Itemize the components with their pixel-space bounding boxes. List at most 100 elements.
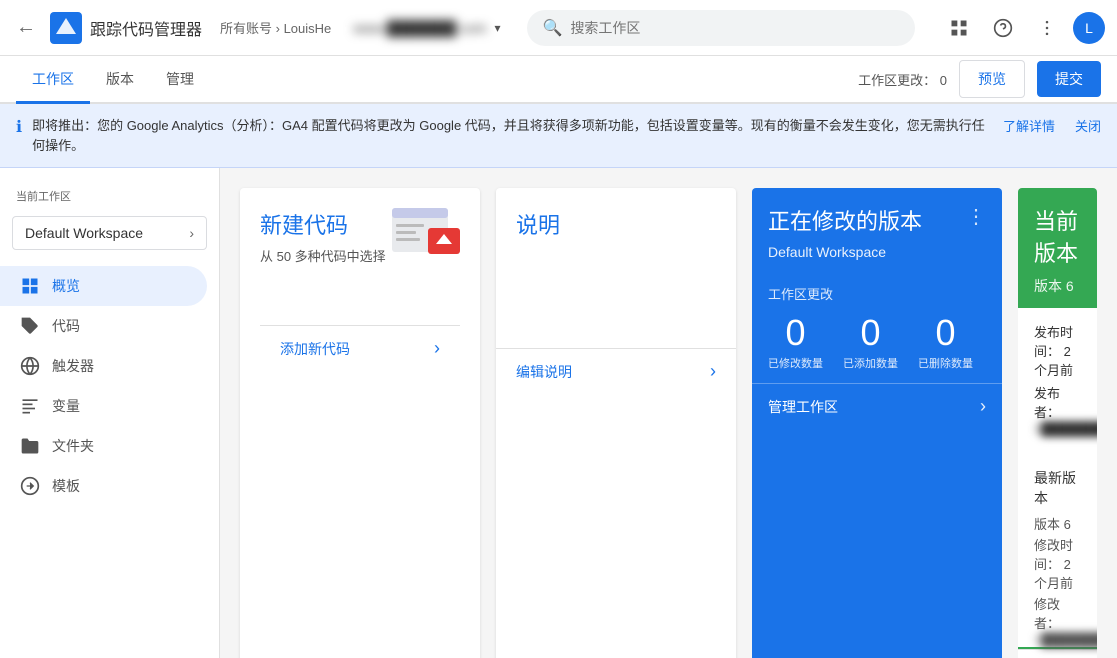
avatar-letter: L <box>1085 20 1093 36</box>
content-area: 新建代码 从 50 多种代码中选择 添加新代码 <box>220 168 1117 658</box>
sidebar-item-variables[interactable]: 变量 <box>0 386 219 426</box>
manage-workspace-button[interactable]: 管理工作区 <box>752 383 1002 429</box>
cards-row: 新建代码 从 50 多种代码中选择 添加新代码 <box>240 188 1097 658</box>
breadcrumb-text: 所有账号 › LouisHe <box>220 18 331 37</box>
latest-author-label: 修改者： <box>1034 597 1060 631</box>
workspace-changes-info: 工作区更改： 0 <box>858 70 947 89</box>
workspace-changes-section-label: 工作区更改 <box>752 276 1002 307</box>
sidebar-item-label-variables: 变量 <box>52 396 80 416</box>
more-icon-button[interactable] <box>1029 10 1065 46</box>
publisher-value: 1███████@qq.com <box>1034 421 1097 436</box>
grid-icon-button[interactable] <box>941 10 977 46</box>
edit-description-button[interactable]: 编辑说明 <box>496 348 736 394</box>
main-layout: 当前工作区 Default Workspace › 概览 代码 触发器 <box>0 168 1117 658</box>
new-tag-card: 新建代码 从 50 多种代码中选择 添加新代码 <box>240 188 480 658</box>
banner-text: 即将推出：您的 Google Analytics（分析）：GA4 配置代码将更改… <box>32 116 987 155</box>
stat-modified-num: 0 <box>768 315 823 351</box>
search-container: 🔍 <box>527 10 915 46</box>
sidebar: 当前工作区 Default Workspace › 概览 代码 触发器 <box>0 168 220 658</box>
sidebar-item-overview[interactable]: 概览 <box>0 266 207 306</box>
chevron-right-icon-desc <box>710 361 716 382</box>
new-tag-illustration <box>392 204 464 260</box>
stat-deleted-label: 已删除数量 <box>918 355 973 371</box>
url-dropdown-arrow[interactable]: ▾ <box>494 21 500 35</box>
stat-deleted: 0 已删除数量 <box>918 315 973 371</box>
sidebar-item-label-tags: 代码 <box>52 316 80 336</box>
help-icon-button[interactable] <box>985 10 1021 46</box>
sidebar-item-templates[interactable]: 模板 <box>0 466 219 506</box>
search-input[interactable] <box>570 20 899 36</box>
sidebar-item-label-triggers: 触发器 <box>52 356 94 376</box>
desc-title: 说明 <box>516 208 716 240</box>
current-card-header: 当前版本 <box>1018 188 1097 276</box>
workspace-name: Default Workspace <box>25 225 143 241</box>
folders-icon <box>20 436 40 456</box>
sidebar-item-tags[interactable]: 代码 <box>0 306 219 346</box>
workspace-changes-label: 工作区更改： <box>858 73 936 88</box>
info-icon: ℹ <box>16 117 22 137</box>
latest-title: 最新版本 <box>1034 468 1081 508</box>
editing-stats-row: 0 已修改数量 0 已添加数量 0 已删除数量 <box>752 307 1002 383</box>
tab-versions[interactable]: 版本 <box>90 56 150 104</box>
publisher-label: 发布者： <box>1034 386 1060 420</box>
back-button[interactable]: ← <box>12 12 40 43</box>
sidebar-item-label-overview: 概览 <box>52 276 80 296</box>
banner-close-button[interactable]: 关闭 <box>1075 116 1101 135</box>
view-latest-version-button[interactable]: 最新版本 <box>1018 649 1097 658</box>
current-workspace-label: 当前工作区 <box>0 184 219 212</box>
sidebar-item-label-folders: 文件夹 <box>52 436 94 456</box>
nav-tabs: 工作区 版本 管理 工作区更改： 0 预览 提交 <box>0 56 1117 104</box>
preview-button[interactable]: 预览 <box>959 60 1025 98</box>
search-icon: 🔍 <box>543 18 563 38</box>
chevron-right-icon-editing <box>980 396 986 417</box>
workspace-selector[interactable]: Default Workspace › <box>12 216 207 250</box>
editing-card-menu-icon[interactable]: ⋮ <box>966 204 986 229</box>
latest-version-section: 最新版本 版本 6 修改时间： 2 个月前 修改者： 1███████@qq.c… <box>1018 454 1097 647</box>
latest-author-value: 1███████@qq.com <box>1034 632 1097 647</box>
submit-button[interactable]: 提交 <box>1037 61 1101 97</box>
manage-workspace-label: 管理工作区 <box>768 397 838 417</box>
url-text: www.███████.com <box>353 20 486 36</box>
stat-added-num: 0 <box>843 315 898 351</box>
app-title: 跟踪代码管理器 <box>90 16 202 40</box>
stat-modified: 0 已修改数量 <box>768 315 823 371</box>
current-version-label: 版本 6 <box>1018 276 1097 308</box>
banner-learn-more-link[interactable]: 了解详情 <box>1003 116 1055 135</box>
app-logo: 跟踪代码管理器 <box>50 12 202 44</box>
current-title: 当前版本 <box>1034 204 1081 268</box>
triggers-icon <box>20 356 40 376</box>
stat-modified-label: 已修改数量 <box>768 355 823 371</box>
chevron-right-icon <box>434 338 440 359</box>
editing-title: 正在修改的版本 <box>768 204 922 236</box>
latest-modified-time: 修改时间： 2 个月前 <box>1034 535 1081 592</box>
account-breadcrumb: 所有账号 › LouisHe <box>220 18 331 37</box>
tags-icon <box>20 316 40 336</box>
account-url[interactable]: www.███████.com ▾ <box>353 20 500 36</box>
tab-admin[interactable]: 管理 <box>150 56 210 104</box>
announcement-banner: ℹ 即将推出：您的 Google Analytics（分析）：GA4 配置代码将… <box>0 104 1117 168</box>
workspace-changes-count: 0 <box>940 73 947 88</box>
add-new-tag-label: 添加新代码 <box>280 339 350 359</box>
overview-icon <box>20 276 40 296</box>
topbar-icons: L <box>941 10 1105 46</box>
templates-icon <box>20 476 40 496</box>
sidebar-item-triggers[interactable]: 触发器 <box>0 346 219 386</box>
add-new-tag-button[interactable]: 添加新代码 <box>260 325 460 371</box>
workspace-chevron-icon: › <box>189 225 194 241</box>
sidebar-item-folders[interactable]: 文件夹 <box>0 426 219 466</box>
tab-workspace[interactable]: 工作区 <box>16 56 90 104</box>
editing-version-card: 正在修改的版本 ⋮ Default Workspace 工作区更改 0 已修改数… <box>752 188 1002 658</box>
current-card-body: 发布时间： 2 个月前 发布者： 1███████@qq.com <box>1018 308 1097 454</box>
editing-card-header: 正在修改的版本 ⋮ <box>752 188 1002 244</box>
user-avatar[interactable]: L <box>1073 12 1105 44</box>
stat-deleted-num: 0 <box>918 315 973 351</box>
edit-desc-label: 编辑说明 <box>516 362 572 382</box>
publisher-info: 发布者： 1███████@qq.com <box>1034 383 1081 436</box>
stat-added-label: 已添加数量 <box>843 355 898 371</box>
published-time: 发布时间： 2 个月前 <box>1034 322 1081 379</box>
variables-icon <box>20 396 40 416</box>
latest-version: 版本 6 <box>1034 514 1081 533</box>
latest-author: 修改者： 1███████@qq.com <box>1034 594 1081 647</box>
topbar: ← 跟踪代码管理器 所有账号 › LouisHe www.███████.com… <box>0 0 1117 56</box>
description-card: 说明 编辑说明 <box>496 188 736 658</box>
